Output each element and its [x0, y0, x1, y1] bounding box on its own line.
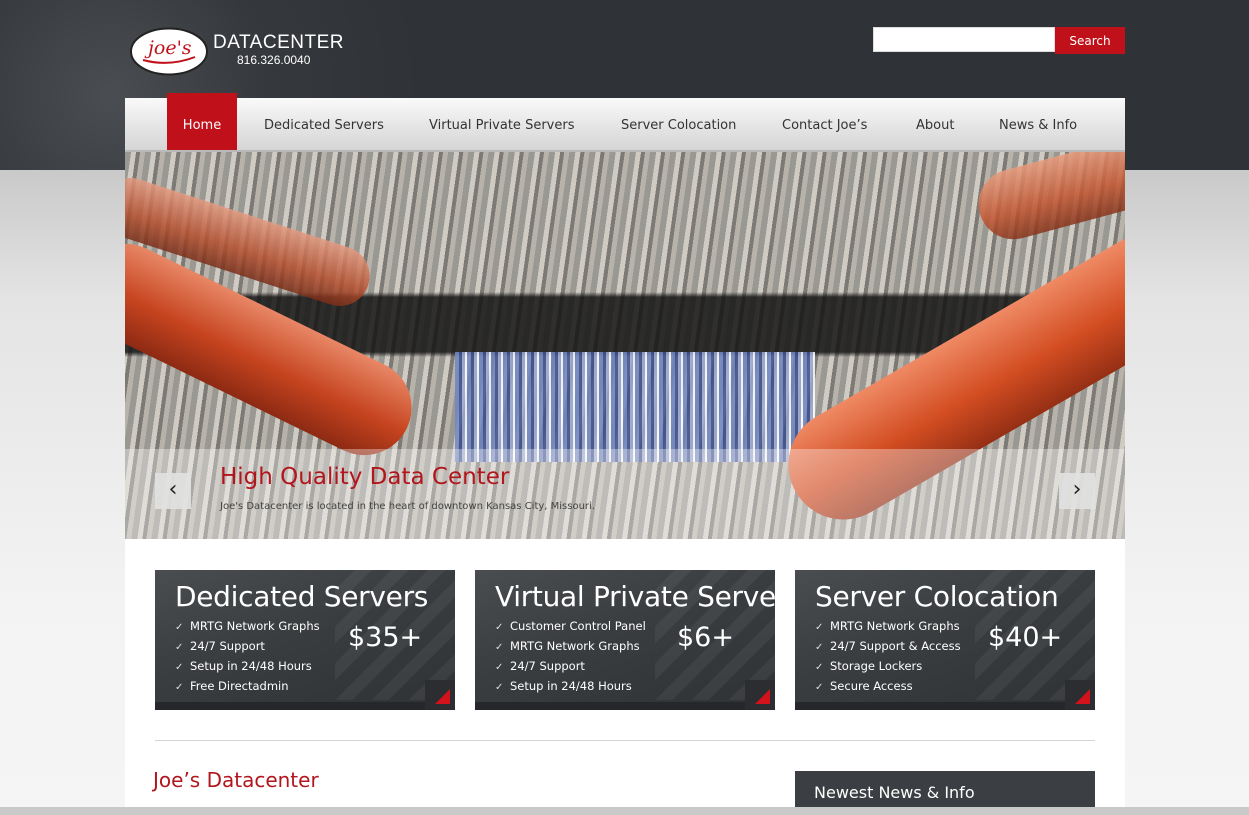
corner-arrow-icon[interactable] [1065, 680, 1095, 710]
offer-price: $35+ [348, 622, 423, 653]
feature-item: ✓ Customer Control Panel [495, 616, 646, 636]
corner-arrow-icon[interactable] [425, 680, 455, 710]
check-icon: ✓ [175, 682, 184, 693]
nav-home[interactable]: Home [167, 93, 237, 150]
feature-item: ✓ Free Directadmin [175, 676, 320, 696]
feature-item: ✓ 24/7 Support [495, 656, 646, 676]
offer-title: Virtual Private Servers [495, 580, 802, 613]
feature-item: ✓ Storage Lockers [815, 656, 961, 676]
card-footer [155, 702, 455, 710]
news-panel-heading: Newest News & Info [795, 771, 1095, 807]
check-icon: ✓ [495, 642, 504, 653]
offer-price: $6+ [677, 622, 734, 653]
check-icon: ✓ [815, 682, 824, 693]
main-nav: Home Dedicated Servers Virtual Private S… [125, 93, 1125, 152]
nav-server-colocation[interactable]: Server Colocation [621, 98, 736, 150]
nav-contact[interactable]: Contact Joe’s [782, 98, 867, 150]
card-footer [795, 702, 1095, 710]
section-divider [155, 740, 1095, 741]
brand-name: DATACENTER [213, 32, 344, 53]
phone-number: 816.326.0040 [237, 53, 311, 67]
slide-caption: ‹ High Quality Data Center Joe's Datacen… [125, 449, 1125, 539]
joes-logo[interactable]: joe's [129, 27, 209, 76]
card-footer [475, 702, 775, 710]
offer-card-colocation[interactable]: Server Colocation ✓ MRTG Network Graphs ✓… [795, 570, 1095, 710]
slide-subtitle: Joe's Datacenter is located in the heart… [220, 501, 596, 512]
check-icon: ✓ [815, 622, 824, 633]
nav-virtual-private-servers[interactable]: Virtual Private Servers [429, 98, 574, 150]
feature-item: ✓ MRTG Network Graphs [175, 616, 320, 636]
search-input[interactable] [873, 27, 1055, 52]
offer-card-vps[interactable]: Virtual Private Servers ✓ Customer Contro… [475, 570, 802, 710]
nav-news-info[interactable]: News & Info [999, 98, 1077, 150]
check-icon: ✓ [495, 622, 504, 633]
check-icon: ✓ [815, 662, 824, 673]
chevron-left-icon[interactable]: ‹ [155, 473, 191, 509]
offer-price: $40+ [988, 622, 1063, 653]
slide-image-wires [455, 352, 815, 462]
nav-about[interactable]: About [916, 98, 954, 150]
feature-list: ✓ MRTG Network Graphs ✓ 24/7 Support ✓ Setu… [175, 616, 320, 696]
check-icon: ✓ [815, 642, 824, 653]
search-button[interactable]: Search [1055, 27, 1125, 54]
feature-item: ✓ Setup in 24/48 Hours [175, 656, 320, 676]
feature-item: ✓ Secure Access [815, 676, 961, 696]
offer-card-dedicated[interactable]: Dedicated Servers ✓ MRTG Network Graphs ✓… [155, 570, 455, 710]
feature-item: ✓ 24/7 Support & Access [815, 636, 961, 656]
hero-slider: ‹ High Quality Data Center Joe's Datacen… [125, 152, 1125, 539]
main-content: Dedicated Servers ✓ MRTG Network Graphs ✓… [125, 539, 1125, 807]
check-icon: ✓ [495, 662, 504, 673]
check-icon: ✓ [175, 662, 184, 673]
slide-title: High Quality Data Center [220, 464, 510, 490]
chevron-right-icon[interactable]: › [1059, 473, 1095, 509]
feature-list: ✓ Customer Control Panel ✓ MRTG Network Gr… [495, 616, 646, 696]
corner-arrow-icon[interactable] [745, 680, 775, 710]
offer-title: Dedicated Servers [175, 580, 429, 613]
feature-list: ✓ MRTG Network Graphs ✓ 24/7 Support & Acc… [815, 616, 961, 696]
check-icon: ✓ [175, 642, 184, 653]
feature-item: ✓ MRTG Network Graphs [495, 636, 646, 656]
check-icon: ✓ [175, 622, 184, 633]
offer-title: Server Colocation [815, 580, 1059, 613]
feature-item: ✓ Setup in 24/48 Hours [495, 676, 646, 696]
nav-dedicated-servers[interactable]: Dedicated Servers [264, 98, 384, 150]
feature-item: ✓ MRTG Network Graphs [815, 616, 961, 636]
slide-image-cable [970, 152, 1125, 248]
about-heading: Joe’s Datacenter [153, 768, 319, 792]
feature-item: ✓ 24/7 Support [175, 636, 320, 656]
check-icon: ✓ [495, 682, 504, 693]
svg-text:joe's: joe's [144, 37, 192, 59]
